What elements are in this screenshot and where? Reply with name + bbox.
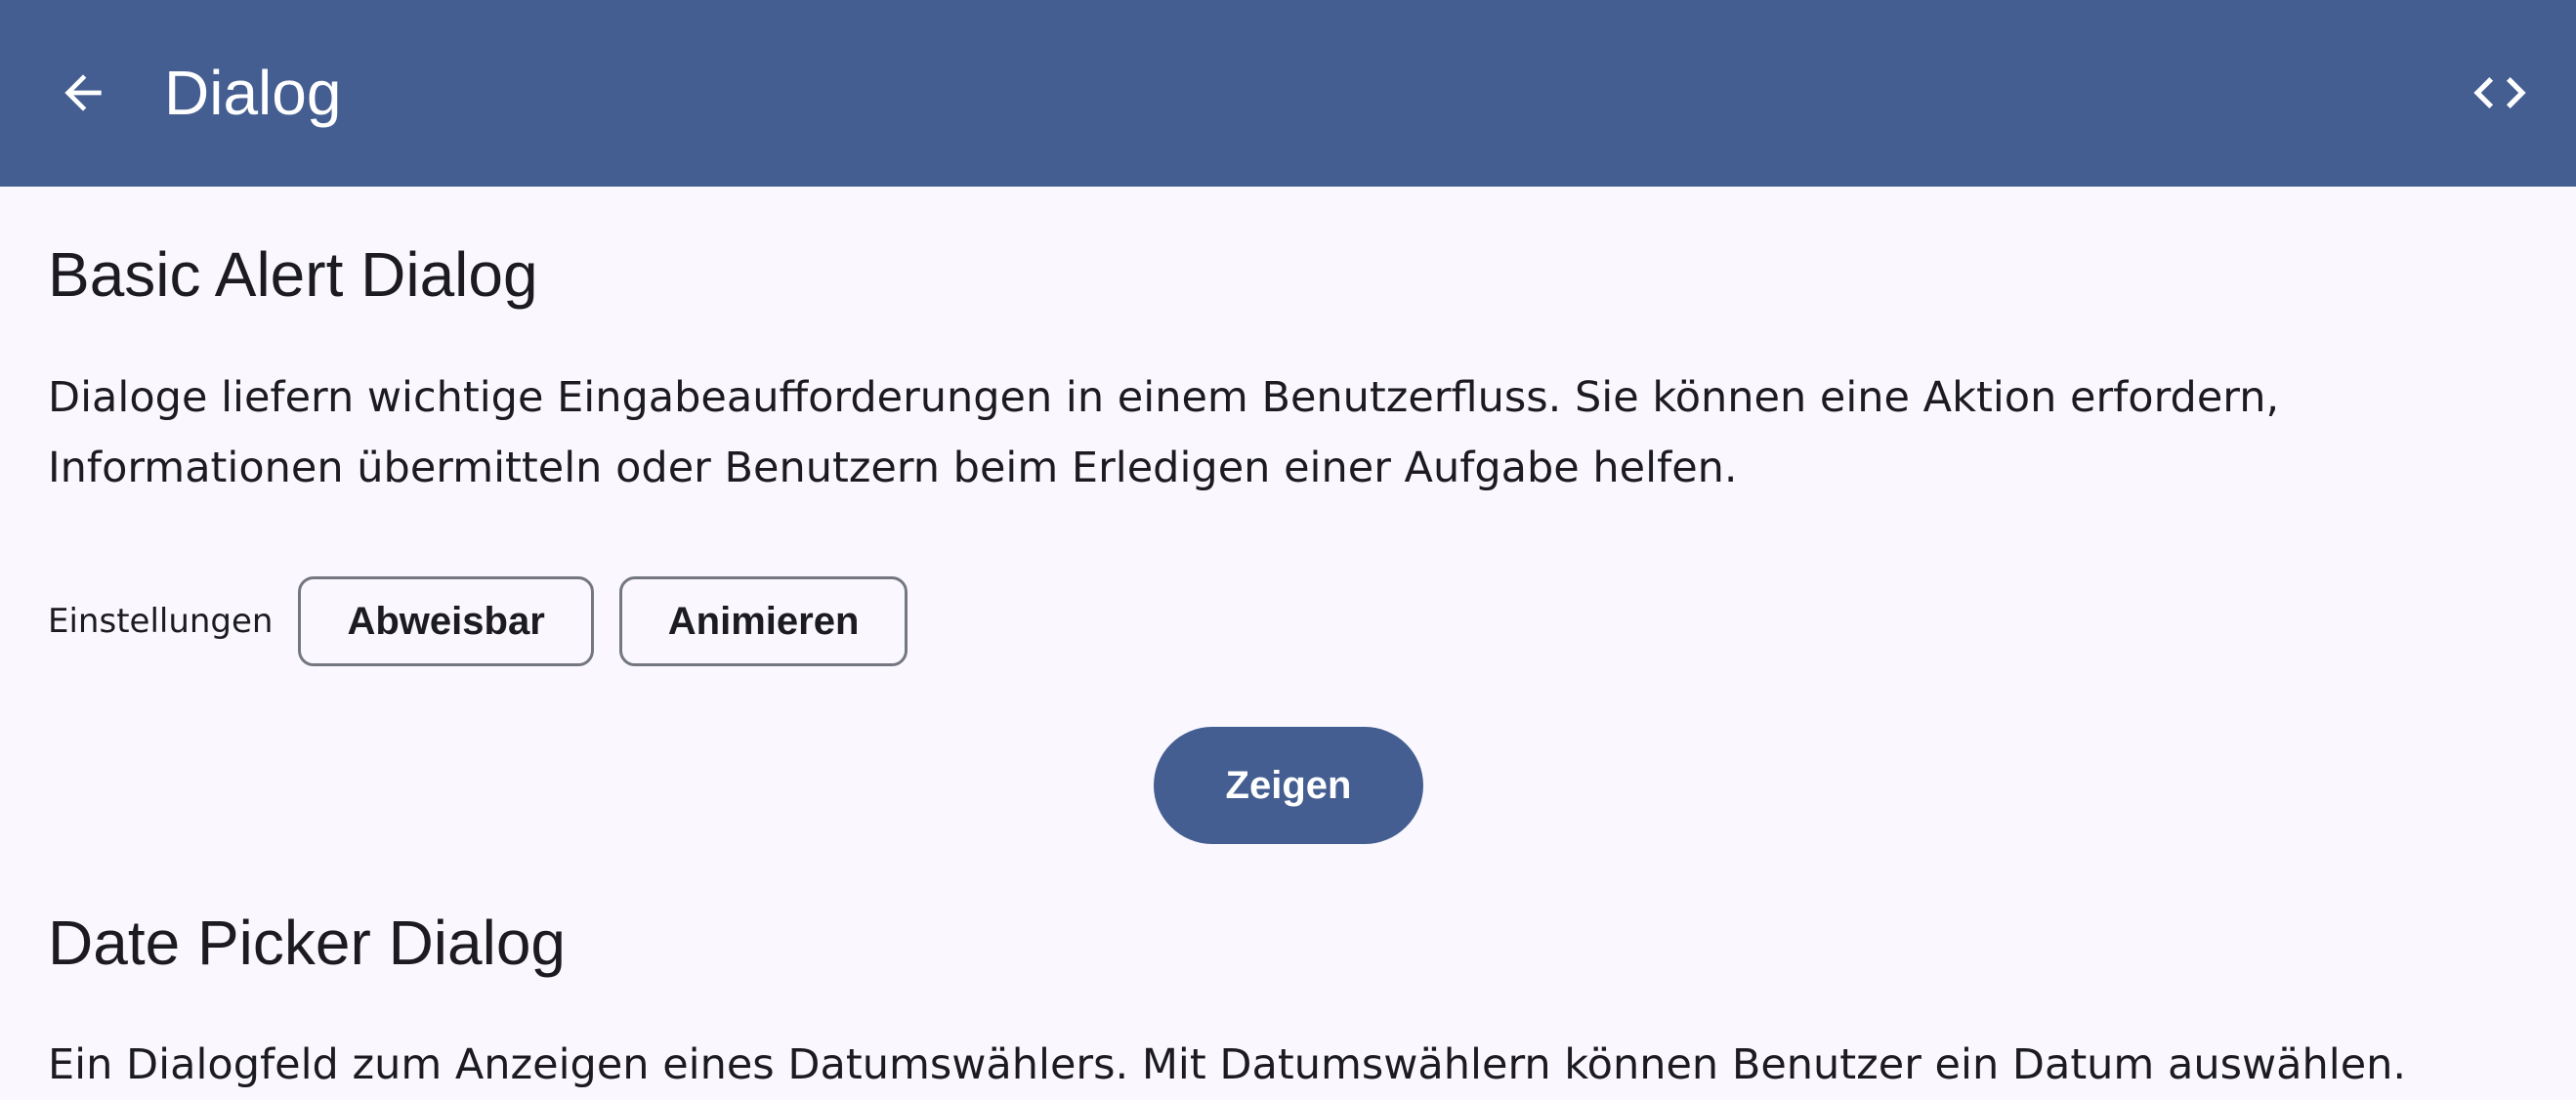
code-icon (2473, 77, 2526, 108)
section-title: Date Picker Dialog (48, 908, 566, 978)
view-code-button[interactable] (2453, 46, 2547, 140)
dismissible-chip[interactable]: Abweisbar (298, 576, 594, 666)
show-dialog-button[interactable]: Zeigen (1154, 727, 1423, 844)
arrow-back-icon (64, 74, 102, 111)
section-title: Basic Alert Dialog (48, 239, 538, 310)
top-app-bar: Dialog (0, 0, 2576, 187)
settings-label: Einstellungen (48, 602, 274, 641)
section-description: Dialoge liefern wichtige Eingabeaufforde… (48, 373, 2280, 492)
page-title: Dialog (164, 58, 342, 128)
settings-row: Einstellungen Abweisbar Animieren (48, 574, 933, 668)
animate-chip[interactable]: Animieren (618, 576, 908, 666)
back-button[interactable] (39, 46, 127, 140)
section-description: Ein Dialogfeld zum Anzeigen eines Datums… (48, 1040, 2407, 1089)
